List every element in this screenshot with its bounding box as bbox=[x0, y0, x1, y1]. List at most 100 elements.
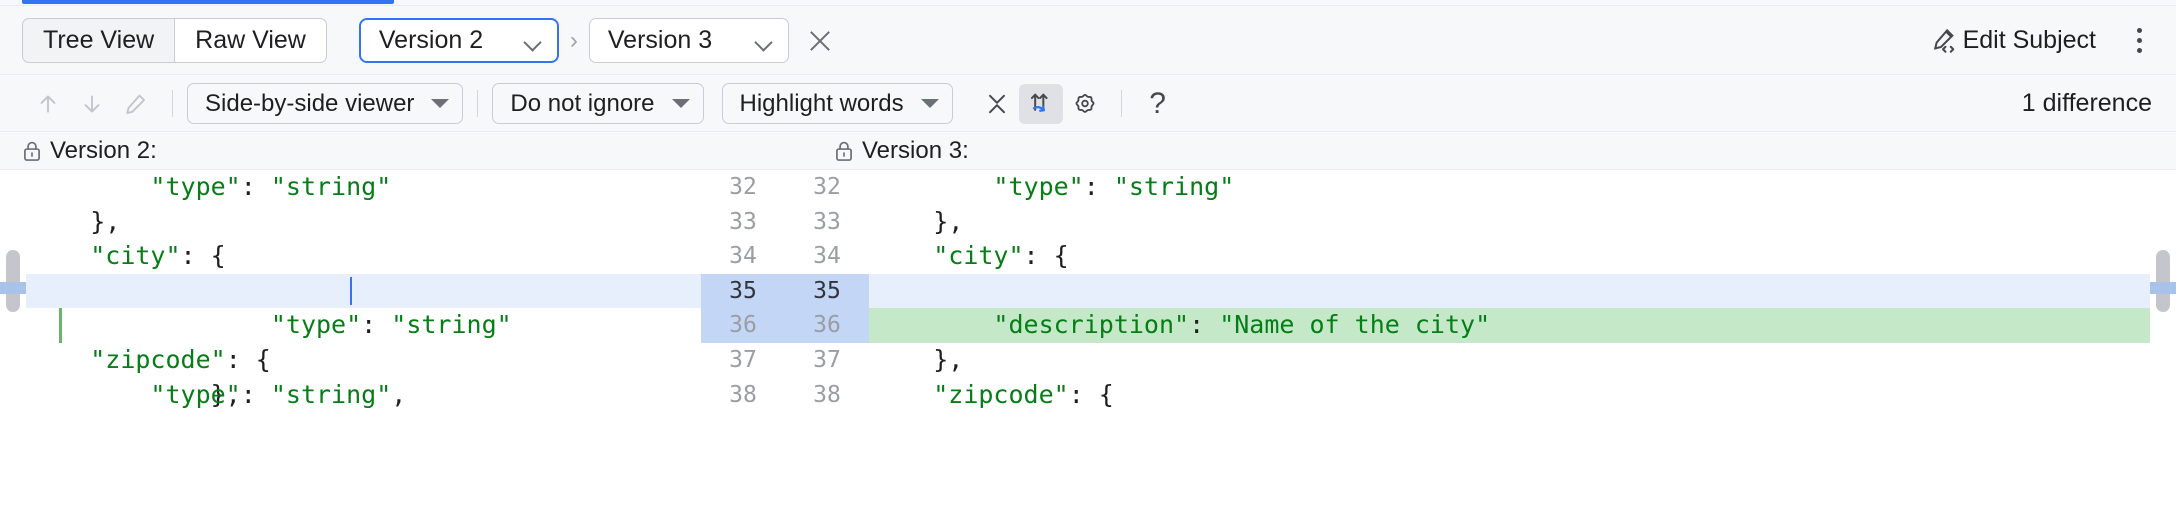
ignore-mode-label: Do not ignore bbox=[510, 90, 654, 118]
toolbar-divider bbox=[1121, 90, 1122, 117]
code-line: "type": "string" bbox=[869, 170, 2150, 205]
line-number-text: 37 bbox=[701, 343, 785, 378]
text-caret bbox=[350, 277, 352, 306]
empty-change-marker bbox=[59, 308, 62, 343]
line-number-text: 38 bbox=[701, 378, 785, 413]
right-scroll-gutter[interactable] bbox=[2150, 170, 2176, 526]
line-number: 34 bbox=[785, 239, 869, 274]
line-number: 35 bbox=[701, 274, 785, 309]
line-number-text: 36 bbox=[701, 308, 785, 343]
code-line: "type": "string" bbox=[26, 170, 701, 205]
header-bar: Tree View Raw View Version 2 › Version 3 bbox=[0, 6, 2176, 75]
left-pane-title: Version 2: bbox=[50, 137, 157, 165]
previous-difference-button[interactable] bbox=[26, 84, 70, 124]
arrow-up-icon bbox=[35, 89, 61, 119]
left-version-label: Version 2 bbox=[379, 26, 499, 55]
arrow-down-icon bbox=[79, 89, 105, 119]
code-line-text: "zipcode": { bbox=[869, 380, 1114, 409]
line-number-text: 32 bbox=[785, 170, 869, 205]
close-icon[interactable] bbox=[803, 24, 837, 58]
line-number-text: 32 bbox=[701, 170, 785, 205]
left-version-select[interactable]: Version 2 bbox=[359, 18, 559, 63]
active-tab-underline bbox=[22, 0, 394, 4]
line-number-text: 35 bbox=[785, 274, 869, 309]
view-mode-toggle-group: Tree View Raw View bbox=[22, 18, 327, 63]
right-pane-title: Version 3: bbox=[862, 137, 969, 165]
left-code-pane[interactable]: "type": "string" }, "city": { "type": "s… bbox=[26, 170, 701, 526]
chevron-down-icon bbox=[525, 36, 543, 46]
code-line-text: "type": "string" bbox=[869, 172, 1234, 201]
chevron-down-icon bbox=[431, 99, 449, 108]
viewer-mode-select[interactable]: Side-by-side viewer bbox=[187, 83, 463, 124]
code-line: "type": "string", bbox=[26, 378, 701, 413]
right-version-select[interactable]: Version 3 bbox=[589, 18, 789, 63]
code-line-text: "description": "Name of the city" bbox=[869, 310, 1490, 339]
line-number: 33 bbox=[785, 205, 869, 240]
line-number-text: 37 bbox=[785, 343, 869, 378]
toolbar-divider bbox=[477, 90, 478, 117]
line-number-text: 33 bbox=[785, 205, 869, 240]
synchronize-scrolling-button[interactable] bbox=[1019, 84, 1063, 124]
line-number-text: 38 bbox=[785, 378, 869, 413]
code-line-text: "city": { bbox=[26, 241, 226, 270]
line-number: 33 bbox=[701, 205, 785, 240]
pane-headers: Version 2: Version 3: bbox=[0, 132, 2176, 170]
toolbar-divider bbox=[172, 90, 173, 117]
chevron-down-icon bbox=[921, 99, 939, 108]
code-line: }, bbox=[26, 308, 701, 343]
diff-settings-button[interactable] bbox=[1063, 84, 1107, 124]
code-line-text: }, bbox=[869, 345, 963, 374]
code-line: }, bbox=[869, 205, 2150, 240]
edit-button[interactable] bbox=[114, 84, 158, 124]
help-button[interactable]: ? bbox=[1136, 84, 1180, 124]
right-code-pane[interactable]: "type": "string" }, "city": { "type": "s… bbox=[869, 170, 2150, 526]
right-version-label: Version 3 bbox=[608, 26, 730, 55]
code-line-text: }, bbox=[26, 207, 120, 236]
difference-count: 1 difference bbox=[2022, 89, 2152, 118]
lock-icon bbox=[834, 140, 854, 162]
highlight-mode-select[interactable]: Highlight words bbox=[722, 83, 953, 124]
lock-icon bbox=[22, 140, 42, 162]
code-line-text: "city": { bbox=[869, 241, 1069, 270]
left-line-numbers: 32 33 34 35 36 37 38 bbox=[701, 170, 785, 526]
code-line-added: "description": "Name of the city" bbox=[869, 308, 2150, 343]
version-separator: › bbox=[570, 27, 578, 55]
ignore-mode-select[interactable]: Do not ignore bbox=[492, 83, 703, 124]
code-line: "zipcode": { bbox=[869, 378, 2150, 413]
chevron-down-icon bbox=[756, 36, 774, 46]
line-number-text: 34 bbox=[701, 239, 785, 274]
code-line-selected: "type": "string", bbox=[869, 274, 2150, 309]
collapse-unchanged-icon bbox=[983, 89, 1011, 119]
tab-raw-view[interactable]: Raw View bbox=[175, 18, 327, 63]
line-number: 36 bbox=[785, 308, 869, 343]
edit-subject-button[interactable]: Edit Subject bbox=[1929, 26, 2096, 56]
code-line-text: "type": "string" bbox=[26, 172, 391, 201]
edit-subject-label: Edit Subject bbox=[1963, 26, 2096, 55]
tab-tree-view[interactable]: Tree View bbox=[22, 18, 175, 63]
left-scroll-gutter[interactable] bbox=[0, 170, 26, 526]
help-icon: ? bbox=[1149, 87, 1166, 121]
code-line: }, bbox=[869, 343, 2150, 378]
line-number: 37 bbox=[701, 343, 785, 378]
right-line-numbers: 32 33 34 35 36 37 38 bbox=[785, 170, 869, 526]
tab-tree-view-label: Tree View bbox=[43, 26, 154, 55]
pencil-code-icon bbox=[1929, 26, 1959, 56]
code-line: }, bbox=[26, 205, 701, 240]
collapse-unchanged-button[interactable] bbox=[975, 84, 1019, 124]
gear-icon bbox=[1071, 89, 1099, 119]
more-vertical-icon[interactable] bbox=[2126, 24, 2152, 58]
line-number: 35 bbox=[785, 274, 869, 309]
line-number: 32 bbox=[785, 170, 869, 205]
line-number: 37 bbox=[785, 343, 869, 378]
right-scrollbar-thumb[interactable] bbox=[2156, 250, 2170, 312]
line-number-text: 33 bbox=[701, 205, 785, 240]
right-pane-header: Version 3: bbox=[812, 132, 2176, 170]
inline-change-highlight bbox=[1165, 274, 1177, 309]
line-number-text: 35 bbox=[701, 274, 785, 309]
code-line: "city": { bbox=[26, 239, 701, 274]
right-change-marker bbox=[2150, 282, 2176, 294]
next-difference-button[interactable] bbox=[70, 84, 114, 124]
pencil-icon bbox=[123, 89, 149, 119]
code-line-text: "type": "string", bbox=[26, 380, 406, 409]
left-scrollbar-thumb[interactable] bbox=[6, 250, 20, 312]
